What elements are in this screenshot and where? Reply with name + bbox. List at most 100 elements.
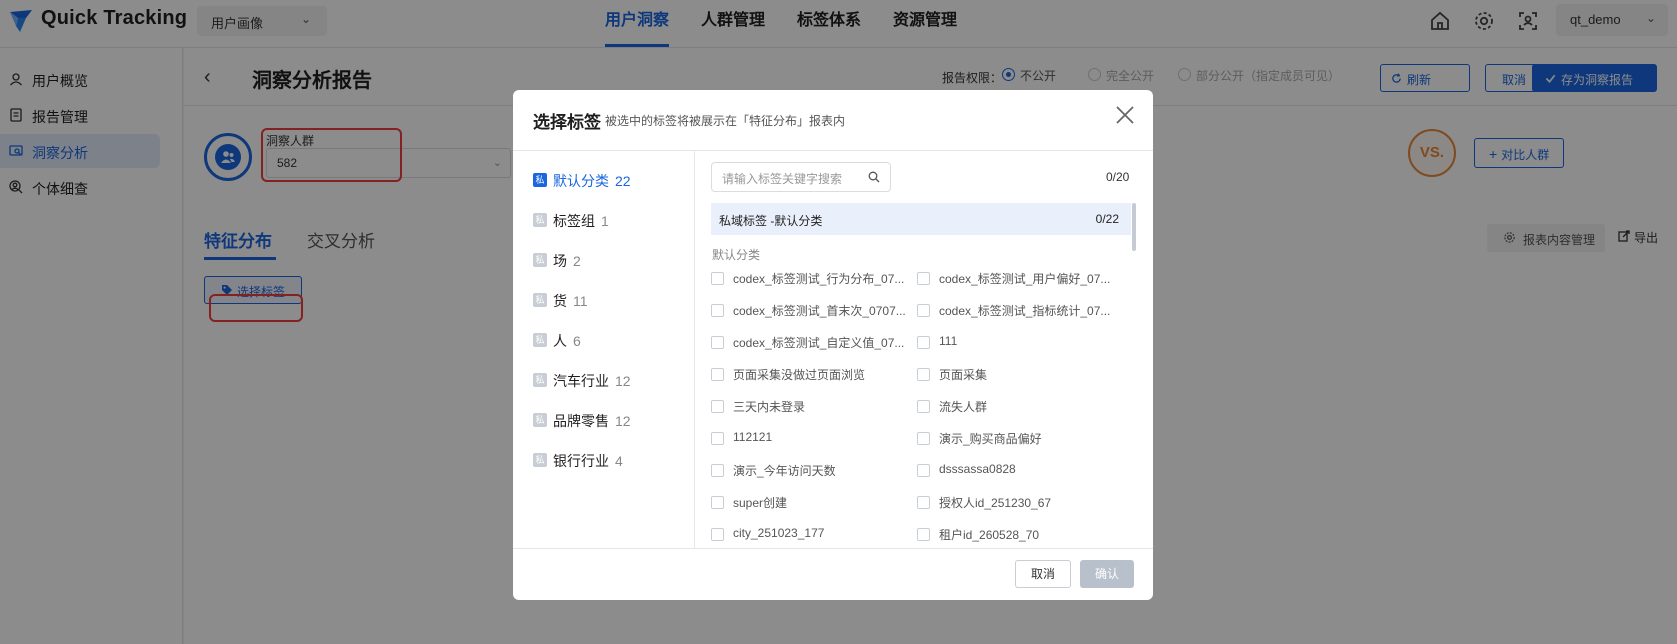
private-badge: 私 <box>533 213 547 227</box>
search-placeholder: 请输入标签关键字搜索 <box>722 172 843 186</box>
category-item[interactable]: 私货 11 <box>533 291 588 313</box>
tag-checkbox-item[interactable]: super创建 <box>711 494 787 512</box>
sub-category-label: 默认分类 <box>712 248 761 262</box>
checkbox[interactable] <box>711 368 724 381</box>
checkbox[interactable] <box>711 400 724 413</box>
category-item[interactable]: 私标签组 1 <box>533 211 609 233</box>
category-count: 11 <box>573 293 588 309</box>
tag-label: 演示_今年访问天数 <box>733 464 836 478</box>
tag-checkbox-item[interactable]: 112121 <box>711 430 772 448</box>
tag-checkbox-item[interactable]: codex_标签测试_自定义值_07... <box>711 334 904 352</box>
private-badge: 私 <box>533 173 547 187</box>
modal-title: 选择标签 <box>533 113 601 132</box>
category-name: 汽车行业 <box>553 373 609 389</box>
tag-checkbox-item[interactable]: 授权人id_251230_67 <box>917 494 1051 512</box>
category-name: 银行行业 <box>553 453 609 469</box>
category-name: 标签组 <box>553 213 595 229</box>
divider <box>513 548 1153 549</box>
checkbox[interactable] <box>917 272 930 285</box>
category-name: 场 <box>553 253 567 269</box>
private-badge: 私 <box>533 253 547 267</box>
checkbox[interactable] <box>917 496 930 509</box>
category-count: 4 <box>615 453 623 469</box>
category-item[interactable]: 私银行行业 4 <box>533 451 623 473</box>
checkbox[interactable] <box>917 336 930 349</box>
tag-label: codex_标签测试_首末次_0707... <box>733 304 906 318</box>
checkbox[interactable] <box>917 368 930 381</box>
tag-label: 租户id_260528_70 <box>939 528 1040 542</box>
checkbox[interactable] <box>711 336 724 349</box>
tag-checkbox-item[interactable]: 流失人群 <box>917 398 987 416</box>
tag-label: codex_标签测试_指标统计_07... <box>939 304 1111 318</box>
category-item[interactable]: 私人6 <box>533 331 581 353</box>
tag-label: 页面采集没做过页面浏览 <box>733 368 866 382</box>
tag-checkbox-item[interactable]: codex_标签测试_用户偏好_07... <box>917 270 1110 288</box>
tag-checkbox-item[interactable]: 演示_购买商品偏好 <box>917 430 1042 448</box>
checkbox[interactable] <box>711 272 724 285</box>
tag-label: 演示_购买商品偏好 <box>939 432 1042 446</box>
tag-label: codex_标签测试_用户偏好_07... <box>939 272 1111 286</box>
category-count: 6 <box>573 333 581 349</box>
category-item[interactable]: 私汽车行业 12 <box>533 371 631 393</box>
tag-checkbox-item[interactable]: dsssassa0828 <box>917 462 1016 480</box>
private-badge: 私 <box>533 413 547 427</box>
modal-cancel-button[interactable]: 取消 <box>1015 560 1071 588</box>
select-tag-modal: 选择标签 被选中的标签将被展示在「特征分布」报表内 私默认分类 22 私标签组 1 … <box>513 90 1153 600</box>
modal-confirm-button[interactable]: 确认 <box>1080 560 1134 588</box>
tag-checkbox-item[interactable]: 页面采集没做过页面浏览 <box>711 366 865 384</box>
tag-label: codex_标签测试_自定义值_07... <box>733 336 905 350</box>
tag-label: city_251023_177 <box>733 526 825 540</box>
tag-checkbox-item[interactable]: 租户id_260528_70 <box>917 526 1039 544</box>
tag-checkbox-item[interactable]: 演示_今年访问天数 <box>711 462 836 480</box>
scrollbar[interactable] <box>1132 203 1136 251</box>
checkbox[interactable] <box>917 304 930 317</box>
checkbox[interactable] <box>711 496 724 509</box>
tag-label: 三天内未登录 <box>733 400 806 414</box>
tag-label: 111 <box>939 334 958 348</box>
private-badge: 私 <box>533 453 547 467</box>
tag-group-title: 私域标签 -默认分类 <box>719 214 823 228</box>
category-name: 默认分类 <box>553 173 609 189</box>
tag-label: 授权人id_251230_67 <box>939 496 1052 510</box>
category-name: 货 <box>553 293 567 309</box>
category-count: 12 <box>615 413 631 429</box>
tag-checkbox-item[interactable]: codex_标签测试_首末次_0707... <box>711 302 906 320</box>
tag-group-count: 0/22 <box>1095 212 1119 226</box>
tag-checkbox-item[interactable]: 页面采集 <box>917 366 987 384</box>
tag-checkbox-item[interactable]: 111 <box>917 334 957 352</box>
tag-label: 流失人群 <box>939 400 988 414</box>
tag-checkbox-item[interactable]: city_251023_177 <box>711 526 824 544</box>
category-item[interactable]: 私默认分类 22 <box>533 171 631 193</box>
tag-search-input[interactable]: 请输入标签关键字搜索 <box>711 162 891 192</box>
checkbox[interactable] <box>711 432 724 445</box>
category-list: 私默认分类 22 私标签组 1 私场2 私货 11 私人6 私汽车行业 12 私品牌零售… <box>513 151 695 548</box>
checkbox[interactable] <box>917 464 930 477</box>
close-icon[interactable] <box>1114 104 1136 126</box>
search-icon <box>868 171 880 183</box>
tag-checkbox-item[interactable]: codex_标签测试_行为分布_07... <box>711 270 904 288</box>
tag-label: dsssassa0828 <box>939 462 1016 476</box>
private-badge: 私 <box>533 333 547 347</box>
tag-label: codex_标签测试_行为分布_07... <box>733 272 905 286</box>
checkbox[interactable] <box>917 400 930 413</box>
private-badge: 私 <box>533 373 547 387</box>
category-count: 22 <box>615 173 631 189</box>
checkbox[interactable] <box>917 528 930 541</box>
tag-checkbox-item[interactable]: 三天内未登录 <box>711 398 805 416</box>
category-item[interactable]: 私场2 <box>533 251 581 273</box>
selected-count: 0/20 <box>1106 170 1130 184</box>
category-count: 2 <box>573 253 581 269</box>
tag-label: 页面采集 <box>939 368 988 382</box>
tag-label: super创建 <box>733 496 788 510</box>
checkbox[interactable] <box>711 528 724 541</box>
tag-checkbox-item[interactable]: codex_标签测试_指标统计_07... <box>917 302 1110 320</box>
category-count: 12 <box>615 373 631 389</box>
checkbox[interactable] <box>917 432 930 445</box>
checkbox[interactable] <box>711 304 724 317</box>
category-count: 1 <box>601 213 609 229</box>
tag-label: 112121 <box>733 430 773 444</box>
checkbox[interactable] <box>711 464 724 477</box>
tag-group-header: 私域标签 -默认分类 0/22 <box>711 203 1131 235</box>
category-item[interactable]: 私品牌零售 12 <box>533 411 631 433</box>
modal-subtitle: 被选中的标签将被展示在「特征分布」报表内 <box>605 114 846 128</box>
